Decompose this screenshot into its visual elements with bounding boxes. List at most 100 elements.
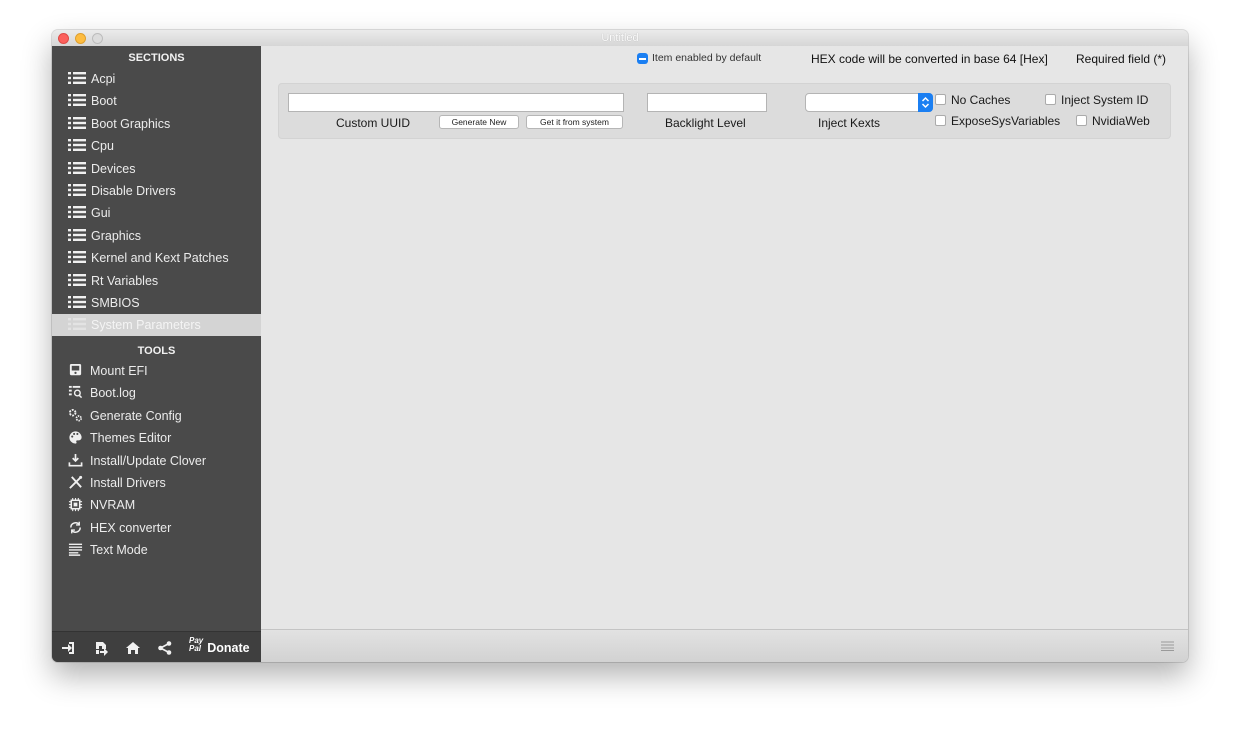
updown-chevron-icon	[918, 93, 933, 112]
tool-item-label: Mount EFI	[90, 364, 148, 378]
list-icon	[68, 116, 86, 129]
list-icon	[68, 273, 86, 286]
list-icon	[68, 72, 86, 84]
list-icon	[68, 139, 86, 152]
sidebar-item-cpu[interactable]: Cpu	[52, 135, 261, 157]
sidebar-item-kernel-and-kext-patches[interactable]: Kernel and Kext Patches	[52, 247, 261, 269]
tool-item-nvram[interactable]: NVRAM	[52, 494, 261, 516]
system-parameters-panel: Custom UUID Generate New Get it from sys…	[278, 83, 1171, 139]
sidebar-item-label: Kernel and Kext Patches	[91, 251, 229, 266]
tool-item-label: HEX converter	[90, 520, 172, 535]
sidebar-item-system-parameters[interactable]: System Parameters	[52, 314, 261, 337]
sidebar-item-disable-drivers[interactable]: Disable Drivers	[52, 180, 261, 202]
get-from-system-button[interactable]: Get it from system	[526, 115, 623, 129]
inject-system-id-checkbox[interactable]	[1045, 94, 1056, 105]
nvidia-web-checkbox[interactable]	[1076, 115, 1087, 126]
tool-item-label: Text Mode	[90, 543, 148, 558]
tool-item-label: Themes Editor	[90, 431, 172, 446]
backlight-level-field[interactable]	[647, 93, 767, 112]
home-icon[interactable]	[125, 640, 141, 656]
tool-item-label: Install/Update Clover	[90, 453, 207, 468]
sidebar-item-boot-graphics[interactable]: Boot Graphics	[52, 113, 261, 135]
sidebar-item-smbios[interactable]: SMBIOS	[52, 292, 261, 314]
paypal-icon: Pay Pal	[189, 636, 204, 653]
tool-item-text-mode[interactable]: Text Mode	[52, 539, 261, 561]
main-content: Item enabled by default HEX code will be…	[261, 46, 1188, 630]
sidebar-item-rt-variables[interactable]: Rt Variables	[52, 270, 261, 292]
inject-kexts-label: Inject Kexts	[818, 116, 881, 130]
donate-button[interactable]: Pay Pal Donate	[189, 637, 250, 657]
import-icon[interactable]	[60, 640, 76, 656]
legend-checkbox-icon	[637, 53, 648, 64]
status-bar	[261, 629, 1188, 662]
chip-icon	[68, 498, 83, 512]
sidebar-item-acpi[interactable]: Acpi	[52, 68, 261, 90]
tool-item-themes-editor[interactable]: Themes Editor	[52, 427, 261, 449]
sidebar-item-label: Acpi	[91, 72, 116, 86]
list-icon	[68, 206, 86, 219]
custom-uuid-label: Custom UUID	[336, 116, 411, 130]
menu-lines-icon[interactable]	[1161, 641, 1174, 651]
sidebar-item-label: Boot Graphics	[91, 116, 171, 131]
no-caches-checkbox[interactable]	[935, 94, 946, 105]
tool-item-mount-efi[interactable]: Mount EFI	[52, 360, 261, 382]
legend-text: Item enabled by default	[652, 52, 762, 64]
refresh-icon	[70, 521, 81, 534]
sidebar-item-devices[interactable]: Devices	[52, 158, 261, 180]
tool-item-hex-converter[interactable]: HEX converter	[52, 517, 261, 539]
log-search-icon	[68, 386, 83, 399]
sidebar-item-label: Graphics	[91, 228, 142, 243]
tool-item-label: Generate Config	[90, 408, 182, 423]
sidebar: SECTIONS Acpi Boot Boot Graphics Cpu Devices…	[52, 46, 261, 662]
backlight-level-label: Backlight Level	[665, 116, 746, 130]
export-icon[interactable]	[93, 640, 109, 656]
nvidia-web-label: NvidiaWeb	[1092, 114, 1150, 128]
tool-item-generate-config[interactable]: Generate Config	[52, 405, 261, 427]
list-icon	[68, 296, 86, 308]
required-note: Required field (*)	[1076, 52, 1167, 66]
inject-kexts-popup[interactable]	[805, 93, 933, 112]
title-bar: Untitled	[52, 30, 1188, 47]
sections-header: SECTIONS	[128, 52, 185, 64]
download-icon	[68, 453, 83, 467]
list-icon	[68, 228, 86, 241]
palette-icon	[69, 431, 82, 444]
list-icon	[68, 94, 86, 107]
app-window: Untitled SECTIONS Acpi Boot Boot Graphics C…	[52, 30, 1188, 662]
disk-icon	[69, 363, 82, 376]
sidebar-item-label: Boot	[91, 94, 117, 109]
expose-sys-variables-label: ExposeSysVariables	[951, 114, 1061, 128]
sidebar-item-label: System Parameters	[91, 318, 201, 333]
list-icon	[68, 161, 86, 174]
tools-icon	[69, 475, 83, 489]
gears-icon	[68, 408, 82, 422]
sidebar-item-label: Cpu	[91, 139, 114, 154]
text-lines-icon	[68, 543, 83, 557]
sidebar-item-boot[interactable]: Boot	[52, 90, 261, 112]
custom-uuid-field[interactable]	[288, 93, 624, 112]
sidebar-item-label: Devices	[91, 161, 136, 176]
inject-system-id-label: Inject System ID	[1061, 93, 1149, 107]
sidebar-item-label: Gui	[91, 206, 111, 221]
tool-item-boot-log[interactable]: Boot.log	[52, 382, 261, 404]
sidebar-item-graphics[interactable]: Graphics	[52, 225, 261, 247]
list-icon	[68, 251, 86, 264]
tool-item-label: Boot.log	[90, 386, 136, 401]
share-icon[interactable]	[157, 640, 173, 656]
tool-item-label: Install Drivers	[90, 476, 166, 490]
tool-item-label: NVRAM	[90, 498, 136, 513]
tool-item-install-update-clover[interactable]: Install/Update Clover	[52, 450, 261, 472]
sidebar-item-gui[interactable]: Gui	[52, 202, 261, 224]
list-icon	[68, 318, 86, 331]
hex-note: HEX code will be converted in base 64 [H…	[811, 52, 1048, 66]
expose-sys-variables-checkbox[interactable]	[935, 115, 946, 126]
sidebar-item-label: SMBIOS	[91, 296, 140, 310]
window-title: Untitled	[601, 32, 639, 44]
sidebar-bottom-bar: Pay Pal Donate	[52, 631, 261, 662]
sidebar-item-label: Rt Variables	[91, 273, 159, 288]
tool-item-install-drivers[interactable]: Install Drivers	[52, 472, 261, 494]
list-icon	[68, 184, 86, 196]
sidebar-item-label: Disable Drivers	[91, 184, 176, 198]
no-caches-label: No Caches	[951, 93, 1011, 107]
generate-new-button[interactable]: Generate New	[439, 115, 519, 129]
